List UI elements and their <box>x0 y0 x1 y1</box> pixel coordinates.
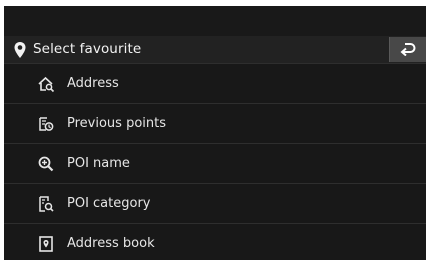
menu-item-label: POI name <box>67 156 130 171</box>
navigation-screen: Select favourite Address Previous points… <box>4 6 426 260</box>
menu-item-poi-name[interactable]: POI name <box>4 144 426 184</box>
menu-item-label: Address book <box>67 236 155 251</box>
menu-item-previous-points[interactable]: Previous points <box>4 104 426 144</box>
menu-item-address[interactable]: Address <box>4 64 426 104</box>
menu-item-label: Previous points <box>67 116 166 131</box>
menu-item-poi-category[interactable]: POI category <box>4 184 426 224</box>
page-title: Select favourite <box>33 41 142 57</box>
category-search-icon <box>37 195 55 213</box>
location-pin-icon <box>13 41 27 59</box>
back-arrow-icon <box>400 43 416 56</box>
address-book-icon <box>37 235 55 253</box>
menu-item-label: POI category <box>67 196 151 211</box>
history-search-icon <box>37 115 55 133</box>
magnifier-plus-icon <box>37 155 55 173</box>
back-button[interactable] <box>389 37 426 62</box>
home-search-icon <box>37 75 55 93</box>
favourite-header: Select favourite <box>4 36 426 64</box>
top-bar <box>4 6 426 36</box>
menu-item-address-book[interactable]: Address book <box>4 224 426 260</box>
menu-item-label: Address <box>67 76 119 91</box>
